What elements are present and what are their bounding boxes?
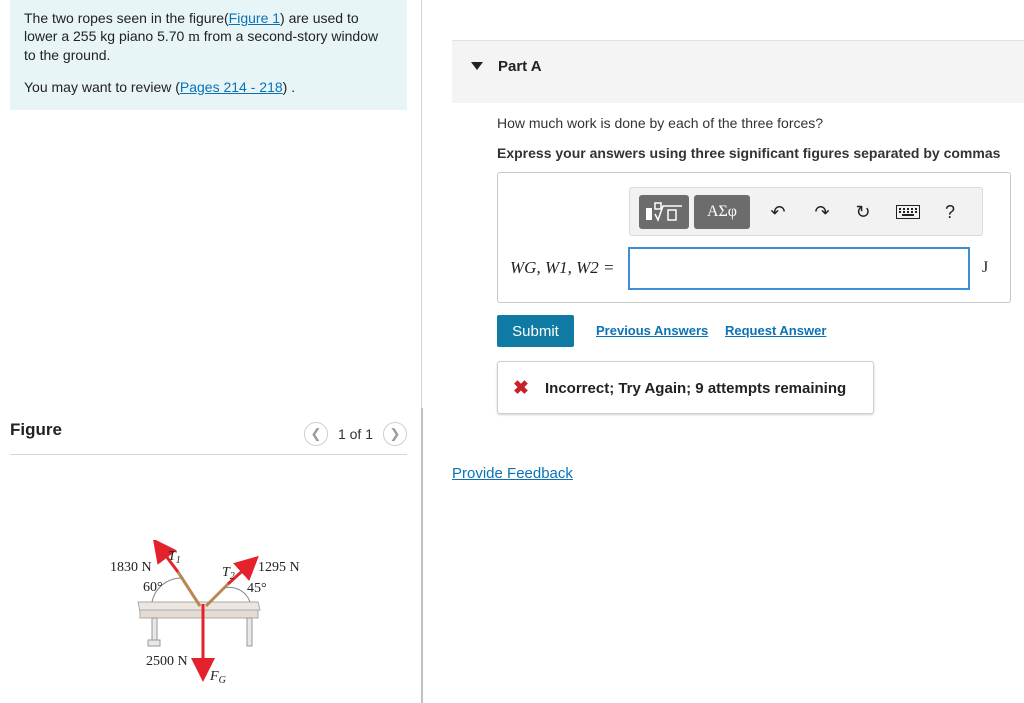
redo-icon[interactable]: ↷ <box>810 200 834 224</box>
instruction-text: Express your answers using three signifi… <box>497 145 1001 161</box>
question-text: How much work is done by each of the thr… <box>497 115 824 131</box>
caret-down-icon[interactable] <box>471 62 483 70</box>
review-pages-link[interactable]: Pages 214 - 218 <box>180 79 283 95</box>
answer-input[interactable] <box>628 247 970 290</box>
t1-name-label: T1 <box>168 549 181 566</box>
submit-button[interactable]: Submit <box>497 315 574 347</box>
part-a-header[interactable]: Part A <box>452 40 1024 103</box>
t1-angle-label: 60° <box>143 580 163 595</box>
g-force-label: 2500 N <box>146 654 188 669</box>
pager-count: 1 of 1 <box>337 426 373 442</box>
t2-name-label: T2 <box>222 565 235 582</box>
t2-force-label: 1295 N <box>258 560 300 575</box>
previous-answers-link[interactable]: Previous Answers <box>596 323 708 338</box>
request-answer-link[interactable]: Request Answer <box>725 323 826 338</box>
problem-statement: The two ropes seen in the figure(Figure … <box>10 0 407 110</box>
figure-header: Figure ❮ 1 of 1 ❯ <box>10 412 407 455</box>
equation-label: WG, W1, W2 = <box>510 258 615 277</box>
figure-title: Figure <box>10 420 62 439</box>
feedback-text: Incorrect; Try Again; 9 attempts remaini… <box>545 380 847 397</box>
chevron-left-icon[interactable]: ❮ <box>303 422 328 446</box>
rope-1 <box>176 571 202 607</box>
figure-pager: ❮ 1 of 1 ❯ <box>303 422 407 446</box>
review-text: You may want to review (Pages 214 - 218)… <box>24 79 296 95</box>
feedback-message: ✖ Incorrect; Try Again; 9 attempts remai… <box>497 361 874 414</box>
piano-force-diagram: 1830 N 60° T1 1295 N 45° T2 2500 N FG <box>110 540 300 686</box>
unit-label: J <box>982 259 989 276</box>
part-title: Part A <box>498 58 542 75</box>
math-toolbar: ΑΣφ ↶ ↷ ↻ ? <box>629 187 983 236</box>
t1-force-label: 1830 N <box>110 560 152 575</box>
figure-link[interactable]: Figure 1 <box>229 10 280 26</box>
templates-icon[interactable] <box>639 195 689 229</box>
reset-icon[interactable]: ↻ <box>851 200 875 224</box>
provide-feedback-link[interactable]: Provide Feedback <box>452 465 573 482</box>
t2-angle-label: 45° <box>247 581 267 596</box>
x-icon: ✖ <box>513 378 529 399</box>
fg-name-label: FG <box>209 669 226 686</box>
keyboard-icon[interactable] <box>894 200 922 224</box>
piano-drawing <box>137 601 261 647</box>
problem-text: The two ropes seen in the figure(Figure … <box>24 10 379 63</box>
panel-divider-bold <box>421 408 423 703</box>
undo-icon[interactable]: ↶ <box>766 200 790 224</box>
greek-symbols-button[interactable]: ΑΣφ <box>694 195 750 229</box>
help-button[interactable]: ? <box>938 200 962 224</box>
chevron-right-icon[interactable]: ❯ <box>383 422 407 446</box>
